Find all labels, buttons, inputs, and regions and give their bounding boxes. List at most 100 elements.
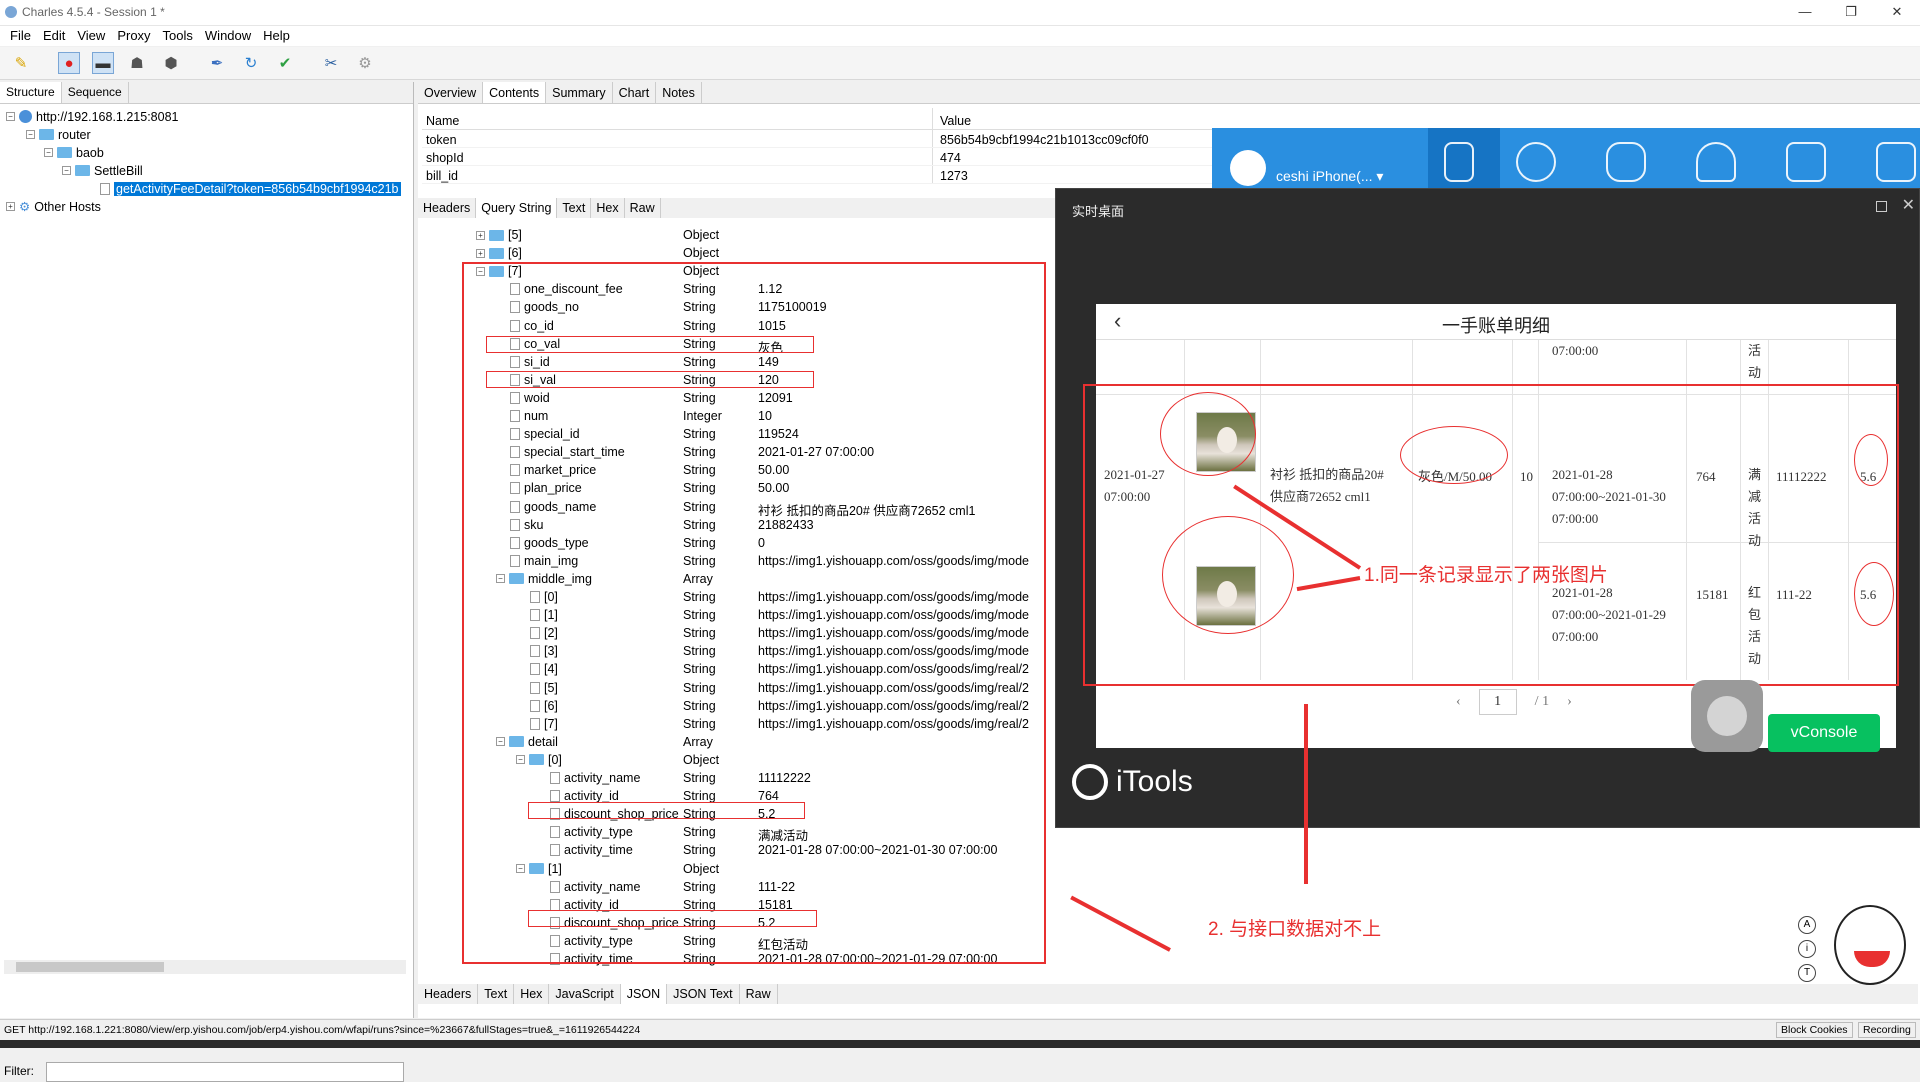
menu-file[interactable]: File [4, 26, 37, 46]
row-name: token [426, 133, 457, 147]
expand-icon[interactable]: + [476, 230, 485, 240]
a-icon[interactable]: A [1798, 916, 1816, 934]
tab-notes[interactable]: Notes [656, 82, 702, 103]
column-value[interactable]: Value [940, 114, 971, 128]
tab-text[interactable]: Text [557, 198, 592, 218]
tab-chart[interactable]: Chart [613, 82, 657, 103]
collapse-icon[interactable]: − [6, 112, 15, 121]
tab-text[interactable]: Text [478, 984, 515, 1004]
throttle-icon[interactable]: ▬ [92, 52, 114, 74]
record-icon[interactable]: ● [58, 52, 80, 74]
recording-button[interactable]: Recording [1858, 1022, 1916, 1038]
toolbox-icon[interactable] [1876, 142, 1916, 182]
tab-hex[interactable]: Hex [514, 984, 550, 1004]
json-row[interactable]: + [6] Object [418, 244, 1058, 262]
gear-icon[interactable]: ⚙ [354, 52, 376, 74]
tree-settlebill[interactable]: − SettleBill [62, 162, 143, 179]
tree-baob[interactable]: − baob [44, 144, 104, 161]
info-icon[interactable]: i [1798, 940, 1816, 958]
apps-icon[interactable] [1516, 142, 1556, 182]
tab-raw[interactable]: Raw [740, 984, 778, 1004]
tree-request-selected[interactable]: getActivityFeeDetail?token=856b54b9cbf19… [100, 180, 401, 197]
tab-contents[interactable]: Contents [483, 82, 547, 103]
title-bar: Charles 4.5.4 - Session 1 * — ❐ ✕ [0, 0, 1920, 26]
tab-overview[interactable]: Overview [418, 82, 484, 103]
check-icon[interactable]: ✔ [274, 52, 296, 74]
device-selector[interactable]: ceshi iPhone(... ▾ [1276, 168, 1383, 185]
block-cookies-button[interactable]: Block Cookies [1776, 1022, 1853, 1038]
phone-icon[interactable] [1444, 142, 1474, 182]
close-button[interactable]: ✕ [1874, 0, 1920, 26]
tab-hex[interactable]: Hex [591, 198, 625, 218]
window-title: Charles 4.5.4 - Session 1 * [22, 5, 165, 19]
top-tabs: Overview Contents Summary Chart Notes [418, 82, 1920, 104]
tab-summary[interactable]: Summary [546, 82, 613, 103]
side-buttons: A i T [1798, 916, 1816, 982]
highlight-si-val [486, 371, 814, 388]
tab-javascript[interactable]: JavaScript [549, 984, 621, 1004]
itools-brand: iTools [1072, 764, 1193, 800]
menu-edit[interactable]: Edit [37, 26, 71, 46]
itools-header: ceshi iPhone(... ▾ [1212, 128, 1920, 194]
sync-icon[interactable] [1786, 142, 1826, 182]
toolbar: ✎ ● ▬ ☗ ⬢ ✒ ↻ ✔ ✂ ⚙ [0, 47, 1920, 80]
tree-other-hosts[interactable]: + ⚙ Other Hosts [6, 198, 101, 215]
prev-page-button[interactable]: ‹ [1456, 694, 1461, 710]
row-name: bill_id [426, 169, 458, 183]
json-type: Object [683, 246, 720, 261]
folder-icon [489, 229, 504, 241]
maximize-button[interactable]: ❐ [1828, 0, 1874, 26]
collapse-icon[interactable]: − [44, 148, 53, 157]
circle-image-2 [1162, 516, 1294, 634]
refresh-icon[interactable]: ↻ [240, 52, 262, 74]
tab-json-text[interactable]: JSON Text [667, 984, 740, 1004]
game-icon[interactable] [1606, 142, 1646, 182]
broom-icon[interactable]: ✎ [10, 52, 32, 74]
stop-icon[interactable]: ⬢ [160, 52, 182, 74]
horizontal-scrollbar[interactable] [4, 960, 406, 974]
column-name[interactable]: Name [426, 114, 459, 128]
tree-label: getActivityFeeDetail?token=856b54b9cbf19… [114, 181, 401, 196]
json-row[interactable]: totalString88.00 [418, 968, 1058, 970]
collapse-icon[interactable]: − [26, 130, 35, 139]
menu-help[interactable]: Help [257, 26, 296, 46]
globe-icon [19, 110, 32, 123]
document-icon [100, 182, 110, 195]
bell-icon[interactable] [1696, 142, 1736, 182]
vconsole-button[interactable]: vConsole [1768, 714, 1880, 752]
page-separator: / 1 [1535, 694, 1549, 710]
tab-query-string[interactable]: Query String [476, 198, 558, 218]
request-sub-tabs: Headers Query String Text Hex Raw [418, 198, 1058, 218]
menu-view[interactable]: View [71, 26, 111, 46]
json-row[interactable]: + [5] Object [418, 226, 1058, 244]
window-controls: — ❐ ✕ [1782, 0, 1920, 26]
close-icon[interactable]: ✕ [1902, 195, 1915, 215]
menu-proxy[interactable]: Proxy [111, 26, 156, 46]
filter-input[interactable] [46, 1062, 404, 1082]
minimize-button[interactable]: — [1782, 0, 1828, 26]
scroll-thumb[interactable] [16, 962, 164, 972]
pen-icon[interactable]: ✒ [206, 52, 228, 74]
tree-router[interactable]: − router [26, 126, 91, 143]
tree-host[interactable]: − http://192.168.1.215:8081 [6, 108, 179, 125]
menu-window[interactable]: Window [199, 26, 257, 46]
tab-raw[interactable]: Raw [625, 198, 661, 218]
tab-structure[interactable]: Structure [0, 82, 62, 103]
turtle-icon[interactable]: ☗ [126, 52, 148, 74]
annotation-note-1: 1.同一条记录显示了两张图片 [1364, 565, 1608, 586]
shirt-icon[interactable]: T [1798, 964, 1816, 982]
tab-sequence[interactable]: Sequence [62, 82, 129, 103]
tools-icon[interactable]: ✂ [320, 52, 342, 74]
tab-json[interactable]: JSON [620, 984, 668, 1004]
tab-headers[interactable]: Headers [418, 984, 479, 1004]
maximize-icon[interactable] [1876, 201, 1887, 212]
expand-icon[interactable]: + [476, 248, 485, 258]
partial-time: 07:00:00 [1552, 343, 1599, 358]
expand-icon[interactable]: + [6, 202, 15, 211]
next-page-button[interactable]: › [1567, 694, 1572, 710]
menu-tools[interactable]: Tools [157, 26, 199, 46]
collapse-icon[interactable]: − [62, 166, 71, 175]
assistive-touch-button[interactable] [1691, 680, 1763, 752]
tab-headers[interactable]: Headers [418, 198, 477, 218]
page-input[interactable]: 1 [1478, 689, 1517, 715]
